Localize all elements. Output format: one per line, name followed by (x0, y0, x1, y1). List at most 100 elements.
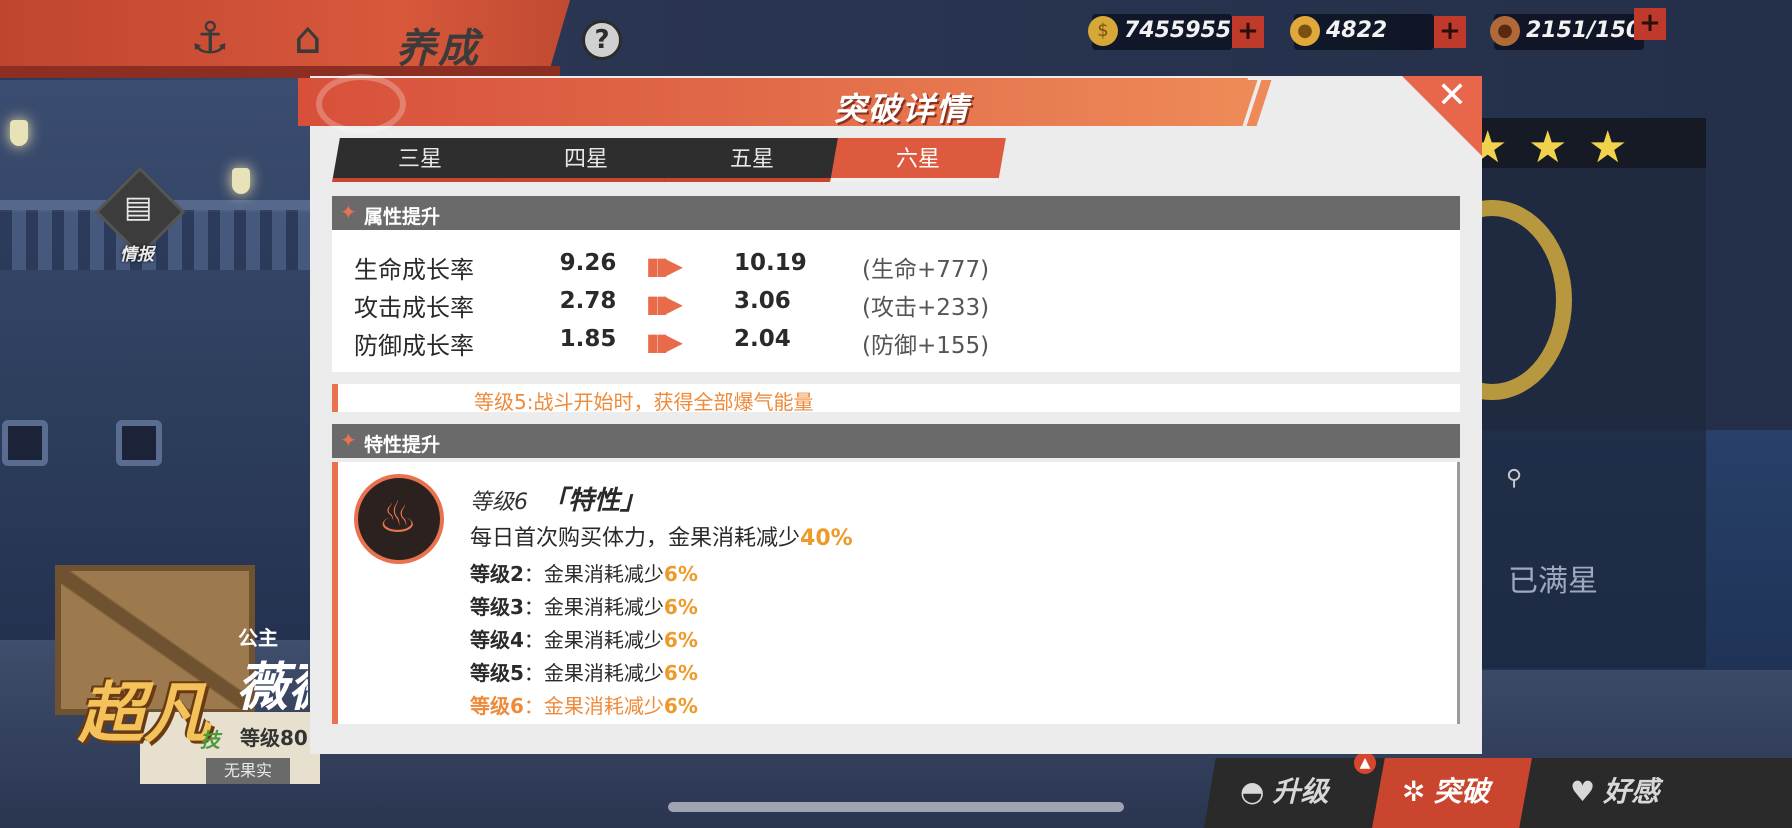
add-fruit-button[interactable]: + (1434, 16, 1466, 48)
line-value: 6% (663, 562, 698, 586)
arrow-right-icon: ▮▮▶ (646, 252, 683, 280)
attr-row: 攻击成长率 2.78 ▮▮▶ 3.06 (攻击+233) (332, 284, 1460, 322)
previous-trait-note: 等级5:战斗开始时，获得全部爆气能量 (332, 384, 1460, 414)
attr-bonus: (防御+155) (862, 333, 990, 359)
porthole (2, 420, 48, 466)
trait-level-line: 等级5：金果消耗减少6% (470, 657, 698, 686)
gold-coin-icon: $ (1088, 16, 1118, 46)
stamina-resource: ● 2151/150 (1490, 14, 1644, 50)
line-value: 6% (663, 661, 698, 685)
gold-fruit-value: 4822 (1326, 18, 1388, 43)
attr-from: 9.26 (559, 250, 617, 276)
modal-title: 突破详情 (834, 90, 971, 128)
tab-label: 三星 (397, 147, 442, 172)
trait-description: 每日首次购买体力，金果消耗减少40% (470, 520, 853, 552)
line-value: 6% (663, 628, 698, 652)
line-text: ：金果消耗减少 (523, 562, 664, 586)
line-text: ：金果消耗减少 (523, 628, 664, 652)
tab-affection-label: 好感 (1603, 775, 1660, 808)
fruit-tag: 无果实 (206, 758, 290, 784)
skill-badge: 技 (200, 728, 220, 752)
star-icon: ★ (1528, 122, 1568, 173)
add-gold-button[interactable]: + (1232, 16, 1264, 48)
tab-six-star[interactable]: 六星 (830, 138, 1006, 182)
trait-level-line: 等级4：金果消耗减少6% (470, 624, 698, 653)
arrow-right-icon: ▮▮▶ (646, 290, 683, 318)
meat-stamina-icon: ● (1490, 16, 1520, 46)
line-level: 等级3 (470, 595, 524, 619)
line-value: 6% (663, 595, 698, 619)
line-text: ：金果消耗减少 (523, 694, 664, 718)
character-level: 等级80 (240, 726, 308, 750)
gold-coin-resource: $ 7455955 (1088, 14, 1232, 50)
modal-header (298, 78, 1248, 126)
info-label: 情报 (120, 245, 154, 265)
close-button[interactable]: ✕ (1432, 76, 1472, 116)
tab-four-star[interactable]: 四星 (498, 138, 674, 182)
tab-breakthrough[interactable]: ✲ 突破 (1402, 764, 1489, 820)
line-text: ：金果消耗减少 (523, 661, 664, 685)
lamp-icon (10, 120, 28, 146)
tab-label: 五星 (729, 147, 774, 172)
ship-wheel-icon: ✲ (1402, 775, 1426, 808)
attr-section-header: ✦ 属性提升 (332, 196, 1460, 230)
attr-to: 10.19 (734, 250, 807, 276)
add-stamina-button[interactable]: + (1634, 8, 1666, 40)
attr-row: 防御成长率 1.85 ▮▮▶ 2.04 (防御+155) (332, 322, 1460, 360)
trait-level-line: 等级3：金果消耗减少6% (470, 591, 698, 620)
trait-description-text: 每日首次购买体力，金果消耗减少 (470, 526, 801, 551)
gold-fruit-icon: ● (1290, 16, 1320, 46)
flame-icon: ♨ (378, 492, 418, 543)
trait-name: 「特性」 (542, 486, 647, 516)
stamina-value: 2151/150 (1526, 18, 1642, 43)
tab-pointer (906, 182, 930, 192)
attr-from: 1.85 (559, 326, 617, 352)
star-icon: ★ (1588, 122, 1628, 173)
trait-level-line: 等级2：金果消耗减少6% (470, 558, 698, 587)
attr-name: 生命成长率 (354, 256, 474, 284)
tab-breakthrough-label: 突破 (1433, 775, 1490, 808)
tab-five-star[interactable]: 五星 (664, 138, 840, 182)
help-button[interactable]: ? (582, 20, 622, 60)
tab-upgrade-label: 升级 (1272, 775, 1329, 808)
page-title: 养成 (396, 26, 480, 72)
anchor-back-icon[interactable]: ⚓ (180, 14, 240, 64)
attr-row: 生命成长率 9.26 ▮▮▶ 10.19 (生命+777) (332, 246, 1460, 284)
attr-name: 攻击成长率 (354, 294, 474, 322)
line-level: 等级5 (470, 661, 524, 685)
tab-label: 六星 (895, 147, 940, 172)
hat-icon: ◓ (1240, 775, 1265, 808)
tab-three-star[interactable]: 三星 (332, 138, 508, 182)
trait-level: 等级6 (470, 490, 528, 515)
trait-panel: ♨ 等级6 「特性」 每日首次购买体力，金果消耗减少40% 等级2：金果消耗减少… (332, 462, 1460, 724)
trait-emblem: ♨ (354, 474, 444, 564)
attr-section-label: 属性提升 (364, 206, 441, 228)
previous-trait-text: 等级5:战斗开始时，获得全部爆气能量 (474, 390, 814, 414)
max-star-status: 已满星 (1508, 564, 1598, 599)
attr-to: 2.04 (734, 326, 791, 352)
trait-level-line-current: 等级6：金果消耗减少6% (470, 690, 698, 719)
character-name: 薇薇 (236, 658, 308, 718)
home-icon[interactable]: ⌂ (278, 14, 338, 64)
search-icon[interactable]: ⚲ (1506, 466, 1522, 491)
attr-bonus: (攻击+233) (862, 295, 990, 321)
trait-section-header: ✦ 特性提升 (332, 424, 1460, 458)
attr-from: 2.78 (559, 288, 617, 314)
upgrade-notification-icon: ▲ (1354, 752, 1376, 774)
arrow-right-icon: ▮▮▶ (646, 328, 683, 356)
tab-affection[interactable]: ♥ 好感 (1570, 764, 1659, 820)
home-indicator[interactable] (668, 802, 1124, 812)
tab-label: 四星 (563, 147, 608, 172)
attr-bonus: (生命+777) (862, 257, 990, 283)
heart-icon: ♥ (1570, 775, 1596, 808)
attr-list: 生命成长率 9.26 ▮▮▶ 10.19 (生命+777) 攻击成长率 2.78… (332, 230, 1460, 372)
porthole (116, 420, 162, 466)
line-level: 等级4 (470, 628, 524, 652)
tab-upgrade[interactable]: ◓ 升级 (1240, 764, 1328, 820)
line-text: ：金果消耗减少 (523, 595, 664, 619)
lamp-icon (232, 168, 250, 194)
rarity-badge: 超凡 (78, 675, 210, 752)
sparkle-icon: ✦ (340, 428, 357, 452)
line-value: 6% (663, 694, 698, 718)
line-level: 等级6 (470, 694, 524, 718)
